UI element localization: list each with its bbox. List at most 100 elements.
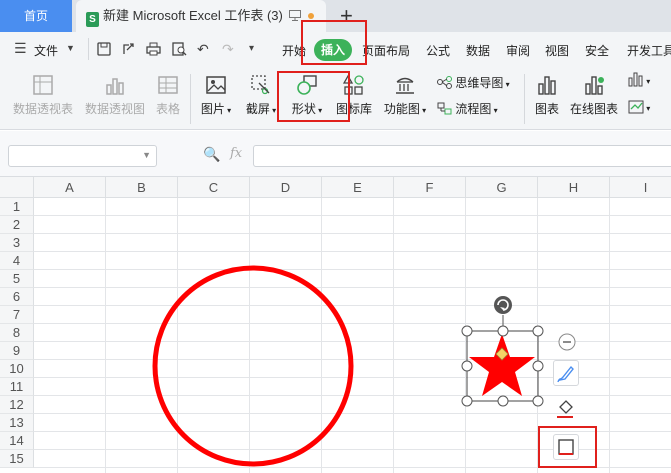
row-header-4[interactable]: 4 [0,252,34,270]
flowchart-icon [437,102,452,115]
column-header-C[interactable]: C [178,177,250,198]
row-header-15[interactable]: 15 [0,450,34,468]
menu-page-layout[interactable]: 页面布局 [362,42,410,59]
function-chart-label: 功能图 [383,102,420,116]
name-box-chevron-icon[interactable]: ▼ [142,150,151,160]
column-header-D[interactable]: D [250,177,322,198]
highlight-box-insert [301,20,367,65]
mindmap-icon [437,76,452,89]
row-header-7[interactable]: 7 [0,306,34,324]
menu-developer-tools[interactable]: 开发工具 [627,42,671,59]
bar-chart-icon [628,72,643,87]
picture-icon [206,76,226,94]
line-chart-small-button[interactable]: ▾ [628,100,650,114]
pivot-table-button[interactable]: 数据透视表 [10,74,76,117]
grid-line [34,233,671,234]
row-header-9[interactable]: 9 [0,342,34,360]
fill-style-button[interactable] [553,360,579,386]
menu-review[interactable]: 审阅 [506,42,530,59]
function-chart-button[interactable]: 功能图 ▾ [380,74,430,117]
print-icon[interactable] [146,42,161,56]
document-tab-title: 新建 Microsoft Excel 工作表 (3) [103,8,283,23]
menu-formula[interactable]: 公式 [426,42,450,59]
flowchart-button[interactable]: 流程图 ▾ [437,100,498,117]
undo-icon[interactable]: ↶ [197,41,209,58]
more-chevron-icon[interactable]: ▾ [249,43,254,54]
row-header-14[interactable]: 14 [0,432,34,450]
divider [88,38,89,60]
row-header-6[interactable]: 6 [0,288,34,306]
grid-line [34,251,671,252]
line-chart-icon [628,100,644,114]
pivot-chart-button[interactable]: 数据透视图 [82,74,148,117]
row-header-13[interactable]: 13 [0,414,34,432]
highlight-box-shapes [277,71,350,122]
pivot-chart-icon [106,78,124,95]
mindmap-label: 思维导图 [455,76,504,90]
screenshot-label: 截屏 [245,102,270,116]
grid-line [34,323,671,324]
row-header-8[interactable]: 8 [0,324,34,342]
chart-label: 图表 [534,102,559,116]
row-header-11[interactable]: 11 [0,378,34,396]
column-header-I[interactable]: I [610,177,671,198]
name-box[interactable]: ▼ [8,145,157,167]
file-menu[interactable]: 文件 [34,42,58,59]
picture-button[interactable]: 图片 ▾ [198,74,234,117]
table-icon [158,76,178,94]
grid-line [34,269,671,270]
function-chart-icon [396,77,414,94]
paintbrush-icon [557,365,574,383]
menu-security[interactable]: 安全 [585,42,609,59]
save-icon[interactable] [97,42,111,56]
fill-color-button[interactable] [553,396,579,422]
home-tab[interactable]: 首页 [0,0,72,32]
table-button[interactable]: 表格 [152,74,184,117]
chevron-down-icon[interactable]: ▼ [66,43,75,53]
export-icon[interactable] [121,42,135,56]
online-chart-label: 在线图表 [569,102,618,116]
highlight-box-outline [538,426,597,468]
row-header-10[interactable]: 10 [0,360,34,378]
chart-icon [538,76,556,95]
row-header-12[interactable]: 12 [0,396,34,414]
document-tab[interactable]: S 新建 Microsoft Excel 工作表 (3) [76,0,326,32]
row-header-3[interactable]: 3 [0,234,34,252]
formula-input[interactable] [253,145,671,167]
online-chart-icon [585,76,604,95]
menu-data[interactable]: 数据 [466,42,490,59]
column-header-E[interactable]: E [322,177,394,198]
grid-line [34,287,671,288]
select-all-corner[interactable] [0,177,34,198]
zoom-search-icon[interactable]: 🔍 [203,146,220,163]
column-header-A[interactable]: A [34,177,106,198]
bar-chart-small-button[interactable]: ▾ [628,72,650,87]
pivot-table-label: 数据透视表 [12,102,73,116]
fill-bucket-icon [557,400,573,418]
redo-icon[interactable]: ↷ [222,41,234,58]
column-header-G[interactable]: G [466,177,538,198]
grid-line [34,305,671,306]
divider [190,74,191,124]
hamburger-icon[interactable]: ☰ [14,40,27,57]
formula-bar: ▼ 🔍 fx [0,131,671,177]
row-header-5[interactable]: 5 [0,270,34,288]
column-header-F[interactable]: F [394,177,466,198]
divider [524,74,525,124]
mindmap-button[interactable]: 思维导图 ▾ [437,74,510,91]
column-header-H[interactable]: H [538,177,610,198]
fx-icon[interactable]: fx [230,146,242,161]
collapse-minus-icon[interactable] [557,332,577,352]
menu-view[interactable]: 视图 [545,42,569,59]
picture-label: 图片 [200,102,225,116]
chart-button[interactable]: 图表 [532,74,562,117]
column-header-B[interactable]: B [106,177,178,198]
print-preview-icon[interactable] [172,42,187,56]
pivot-table-icon [33,75,53,95]
row-header-1[interactable]: 1 [0,198,34,216]
table-label: 表格 [155,102,180,116]
screenshot-button[interactable]: 截屏 ▾ [243,74,279,117]
online-chart-button[interactable]: 在线图表 [568,74,620,117]
row-header-2[interactable]: 2 [0,216,34,234]
unsaved-dot-icon [308,13,314,19]
